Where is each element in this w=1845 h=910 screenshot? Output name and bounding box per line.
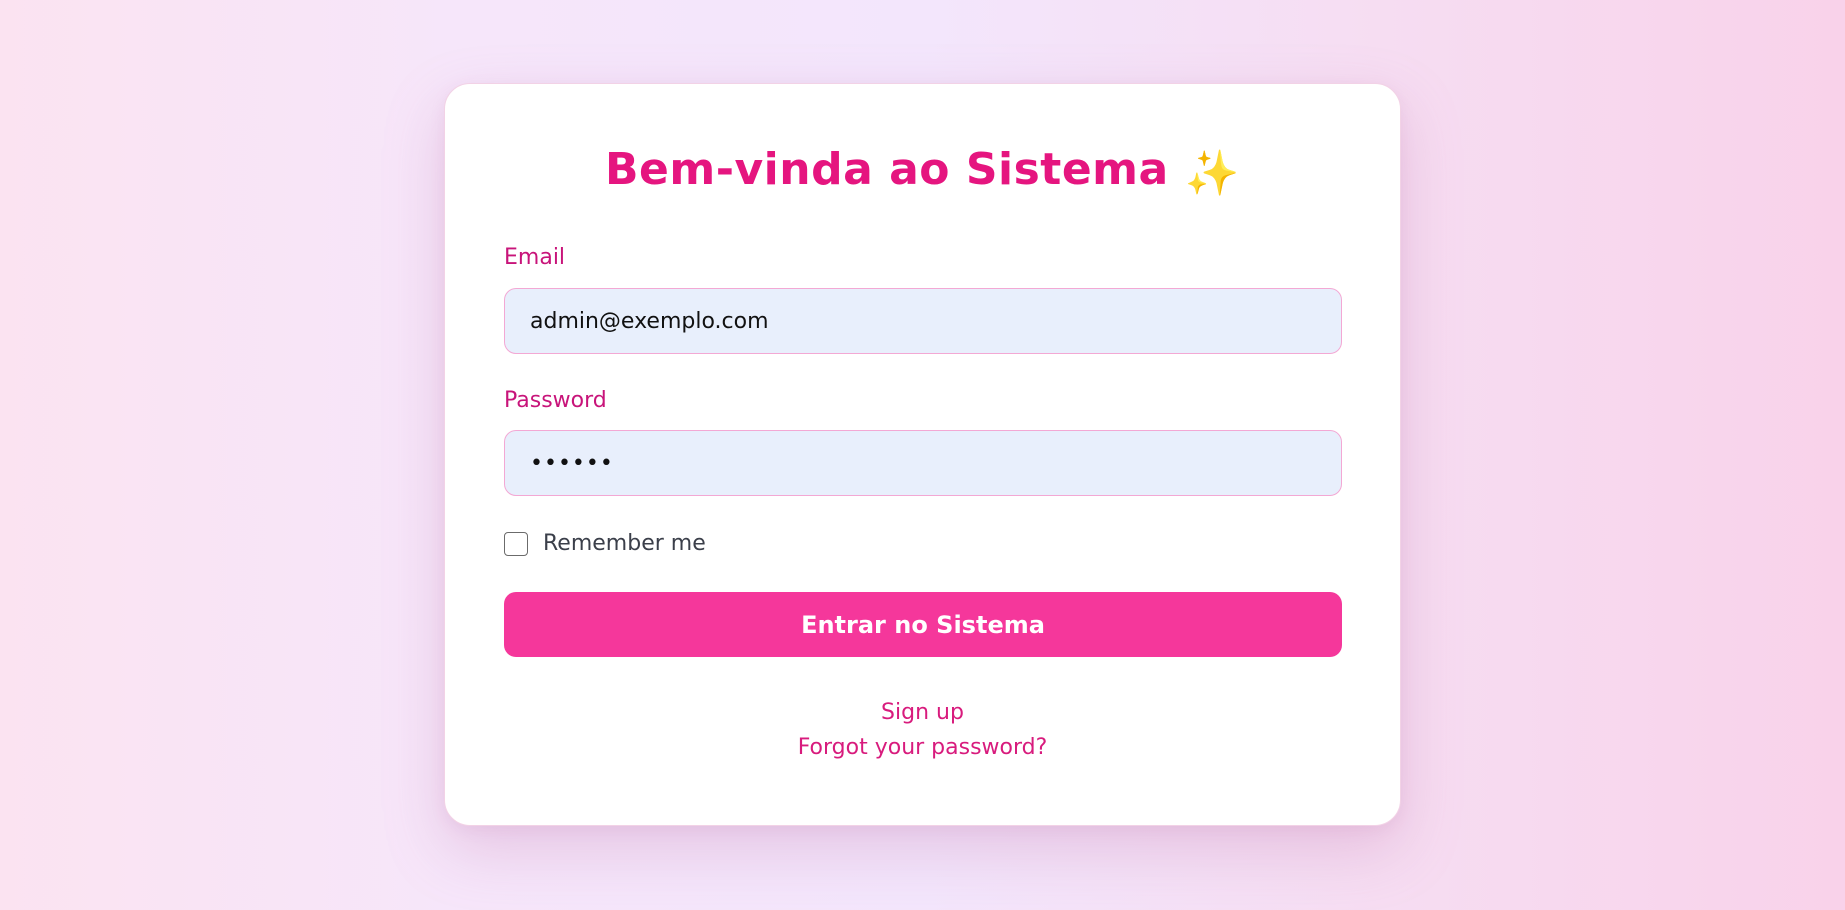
remember-me-label[interactable]: Remember me xyxy=(543,531,706,556)
signup-link[interactable]: Sign up xyxy=(881,700,964,725)
email-field[interactable]: admin@exemplo.com xyxy=(504,288,1342,354)
forgot-password-link-row: Forgot your password? xyxy=(0,735,1845,760)
password-label: Password xyxy=(504,388,607,413)
sparkles-icon: ✨ xyxy=(1184,148,1240,199)
remember-me[interactable]: Remember me xyxy=(504,531,706,556)
page-title: Bem-vinda ao Sistema ✨ xyxy=(0,140,1845,204)
title-text: Bem-vinda ao Sistema xyxy=(605,144,1169,195)
forgot-password-link[interactable]: Forgot your password? xyxy=(798,735,1048,760)
email-value: admin@exemplo.com xyxy=(530,308,769,334)
remember-me-checkbox[interactable] xyxy=(504,531,528,556)
password-field[interactable]: •••••• xyxy=(504,430,1342,496)
email-label: Email xyxy=(504,245,566,270)
signup-link-row: Sign up xyxy=(0,700,1845,725)
login-button[interactable]: Entrar no Sistema xyxy=(504,592,1342,657)
password-value: •••••• xyxy=(530,450,614,476)
